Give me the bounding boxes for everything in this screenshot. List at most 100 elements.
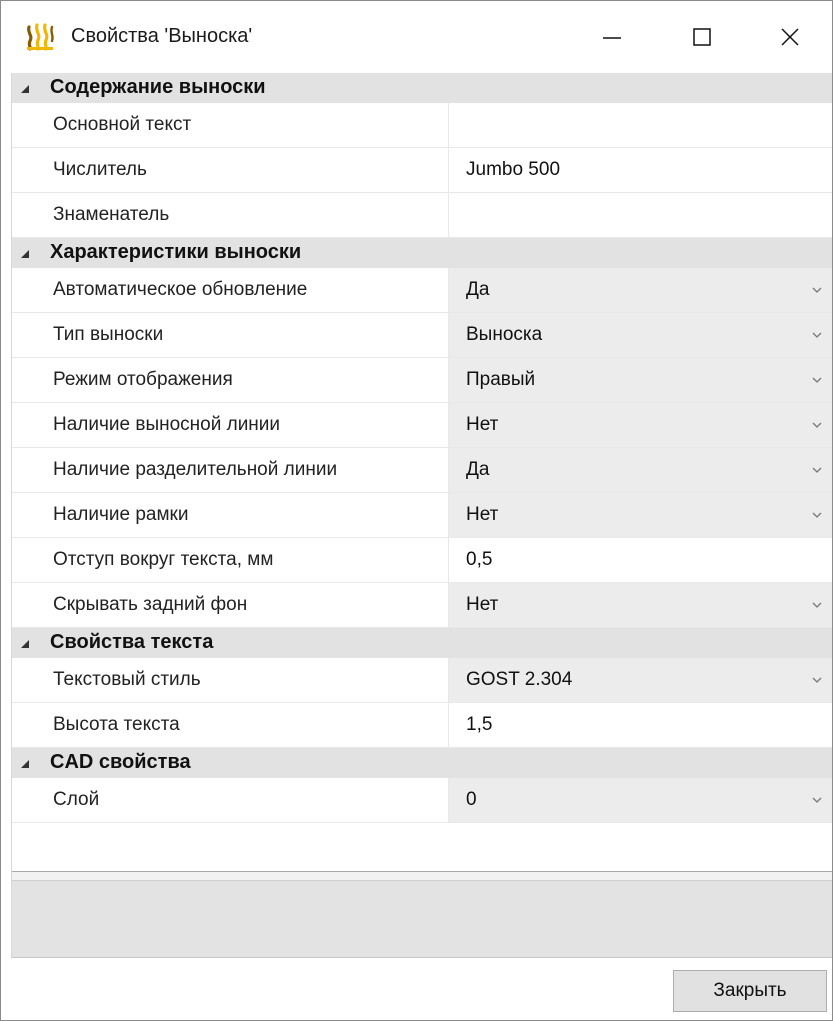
property-name: Наличие разделительной линии (53, 459, 338, 480)
property-value: Jumbo 500 (466, 159, 561, 180)
property-name-cell: Режим отображения (12, 358, 449, 402)
property-value-dropdown[interactable]: Нет (449, 493, 832, 537)
property-value-text-field[interactable]: 1,5 (449, 703, 832, 747)
property-name-cell: Тип выноски (12, 313, 449, 357)
title-bar[interactable]: Свойства 'Выноска' (1, 1, 832, 73)
property-grid: Содержание выноски Основной текст Числит… (12, 73, 832, 871)
property-row-hide-background[interactable]: Скрывать задний фон Нет (12, 583, 832, 628)
property-name-cell: Наличие выносной линии (12, 403, 449, 447)
minimize-icon (603, 37, 621, 39)
chevron-down-icon[interactable] (812, 677, 822, 684)
property-row-text-height[interactable]: Высота текста 1,5 (12, 703, 832, 748)
collapse-triangle-icon[interactable] (21, 639, 31, 649)
property-name-cell: Текстовый стиль (12, 658, 449, 702)
property-value: Нет (466, 414, 499, 435)
property-name-cell: Автоматическое обновление (12, 268, 449, 312)
property-row-callout-type[interactable]: Тип выноски Выноска (12, 313, 832, 358)
description-panel (12, 881, 832, 958)
property-value-dropdown[interactable]: Правый (449, 358, 832, 402)
property-value: 0 (466, 789, 477, 810)
property-name: Текстовый стиль (53, 669, 201, 690)
collapse-triangle-icon[interactable] (21, 759, 31, 769)
chevron-down-icon[interactable] (812, 377, 822, 384)
chevron-down-icon[interactable] (812, 797, 822, 804)
property-row-display-mode[interactable]: Режим отображения Правый (12, 358, 832, 403)
property-name: Тип выноски (53, 324, 164, 345)
category-cad-properties[interactable]: CAD свойства (12, 748, 832, 778)
property-row-leader-line[interactable]: Наличие выносной линии Нет (12, 403, 832, 448)
property-value: GOST 2.304 (466, 669, 573, 690)
property-value-dropdown[interactable]: Да (449, 268, 832, 312)
property-value: Да (466, 459, 490, 480)
property-row-text-style[interactable]: Текстовый стиль GOST 2.304 (12, 658, 832, 703)
chevron-down-icon[interactable] (812, 332, 822, 339)
property-value-text-field[interactable]: 0,5 (449, 538, 832, 582)
category-content[interactable]: Содержание выноски (12, 73, 832, 103)
property-name-cell: Наличие рамки (12, 493, 449, 537)
property-row-layer[interactable]: Слой 0 (12, 778, 832, 823)
property-name-cell: Слой (12, 778, 449, 822)
app-logo-icon (25, 23, 55, 51)
property-value: Выноска (466, 324, 543, 345)
minimize-button[interactable] (567, 1, 657, 73)
collapse-triangle-icon[interactable] (21, 249, 31, 259)
property-row-numerator[interactable]: Числитель Jumbo 500 (12, 148, 832, 193)
category-characteristics[interactable]: Характеристики выноски (12, 238, 832, 268)
panel-splitter[interactable] (12, 871, 832, 881)
property-name: Отступ вокруг текста, мм (53, 549, 274, 570)
property-name: Основной текст (53, 114, 192, 135)
category-text-properties[interactable]: Свойства текста (12, 628, 832, 658)
property-row-auto-update[interactable]: Автоматическое обновление Да (12, 268, 832, 313)
property-name-cell: Числитель (12, 148, 449, 192)
collapse-triangle-icon[interactable] (21, 84, 31, 94)
property-name-cell: Скрывать задний фон (12, 583, 449, 627)
category-label: CAD свойства (50, 751, 191, 773)
close-icon (781, 28, 799, 46)
property-value: Да (466, 279, 490, 300)
category-label: Характеристики выноски (50, 241, 302, 263)
property-row-text-padding[interactable]: Отступ вокруг текста, мм 0,5 (12, 538, 832, 583)
chevron-down-icon[interactable] (812, 512, 822, 519)
property-value: Нет (466, 594, 499, 615)
property-name-cell: Основной текст (12, 103, 449, 147)
property-value: Правый (466, 369, 536, 390)
property-name: Высота текста (53, 714, 180, 735)
property-value-dropdown[interactable]: Нет (449, 583, 832, 627)
property-value: Нет (466, 504, 499, 525)
chevron-down-icon[interactable] (812, 287, 822, 294)
window-title: Свойства 'Выноска' (71, 25, 253, 47)
property-value-dropdown[interactable]: Да (449, 448, 832, 492)
property-row-frame[interactable]: Наличие рамки Нет (12, 493, 832, 538)
property-name-cell: Отступ вокруг текста, мм (12, 538, 449, 582)
property-name: Режим отображения (53, 369, 233, 390)
property-name-cell: Знаменатель (12, 193, 449, 237)
property-name: Наличие рамки (53, 504, 189, 525)
maximize-icon (693, 28, 711, 46)
property-row-main-text[interactable]: Основной текст (12, 103, 832, 148)
property-value-dropdown[interactable]: 0 (449, 778, 832, 822)
property-row-denominator[interactable]: Знаменатель (12, 193, 832, 238)
close-window-button[interactable] (745, 1, 833, 73)
property-value-text-field[interactable]: Jumbo 500 (449, 148, 832, 192)
chevron-down-icon[interactable] (812, 422, 822, 429)
property-name: Числитель (53, 159, 147, 180)
property-value: 1,5 (466, 714, 493, 735)
category-label: Содержание выноски (50, 76, 266, 98)
property-value: 0,5 (466, 549, 493, 570)
property-value-dropdown[interactable]: GOST 2.304 (449, 658, 832, 702)
chevron-down-icon[interactable] (812, 602, 822, 609)
property-value-text-field[interactable] (449, 193, 832, 237)
property-name: Наличие выносной линии (53, 414, 281, 435)
close-button[interactable]: Закрыть (673, 970, 827, 1012)
category-label: Свойства текста (50, 631, 214, 653)
property-value-dropdown[interactable]: Нет (449, 403, 832, 447)
property-row-divider-line[interactable]: Наличие разделительной линии Да (12, 448, 832, 493)
property-value-text-field[interactable] (449, 103, 832, 147)
property-name: Скрывать задний фон (53, 594, 248, 615)
property-name: Знаменатель (53, 204, 170, 225)
property-name-cell: Наличие разделительной линии (12, 448, 449, 492)
property-name: Слой (53, 789, 100, 810)
maximize-button[interactable] (657, 1, 747, 73)
property-value-dropdown[interactable]: Выноска (449, 313, 832, 357)
chevron-down-icon[interactable] (812, 467, 822, 474)
